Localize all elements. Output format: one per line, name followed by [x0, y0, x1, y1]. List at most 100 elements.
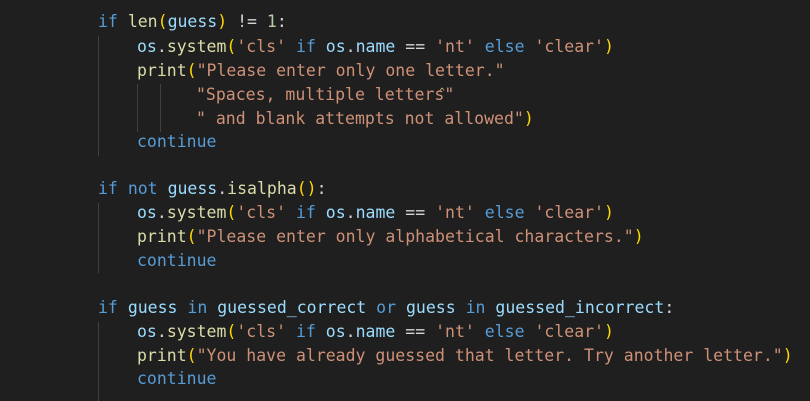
indent-guide [160, 84, 161, 132]
code-token: os [325, 203, 346, 222]
code-line[interactable]: print("You have already guessed that let… [137, 344, 793, 368]
code-token: : [664, 298, 675, 317]
code-token: 'clear' [534, 37, 604, 56]
code-token: ( [186, 61, 197, 80]
code-token: == [395, 203, 436, 222]
code-token: 'clear' [534, 322, 604, 341]
code-token: system [166, 37, 227, 56]
code-line[interactable]: continue [137, 367, 216, 391]
code-token: . [156, 37, 167, 56]
code-token: ) [306, 179, 317, 198]
code-token: guessed_correct [217, 298, 367, 317]
code-token: os [325, 322, 346, 341]
code-token: os [137, 322, 157, 341]
code-token: continue [137, 369, 217, 388]
code-token: name [355, 203, 396, 222]
code-token: ) [604, 322, 614, 341]
code-token: if [286, 322, 326, 341]
code-token: in [177, 298, 218, 317]
code-line[interactable]: if guess in guessed_correct or guess in … [98, 296, 674, 320]
code-editor[interactable]: ^ if len(guess) != 1: os.system('cls' if … [0, 0, 810, 401]
code-token: 'nt' [435, 37, 475, 56]
code-token: . [156, 203, 167, 222]
code-token: guessed_incorrect [495, 298, 665, 317]
code-token: . [345, 37, 356, 56]
code-line[interactable]: if not guess.isalpha(): [98, 177, 327, 201]
code-token: ) [604, 203, 614, 222]
code-token: . [345, 322, 356, 341]
code-token: : [276, 12, 287, 31]
code-token: "Spaces, multiple letters" [196, 85, 455, 104]
indent-guide [98, 203, 99, 273]
code-line[interactable]: "Spaces, multiple letters" [196, 83, 454, 107]
code-token: else [474, 322, 535, 341]
code-token: ( [186, 346, 197, 365]
code-token: os [325, 37, 346, 56]
code-token: 'cls' [236, 203, 287, 222]
code-token: 'nt' [435, 322, 475, 341]
code-token: ) [604, 37, 614, 56]
indent-guide [137, 84, 138, 132]
code-token: 'cls' [236, 322, 287, 341]
code-token: ( [186, 227, 197, 246]
code-token: print [137, 61, 187, 80]
code-line[interactable]: if len(guess) != 1: [98, 10, 287, 34]
code-token: "You have already guessed that letter. T… [196, 346, 783, 365]
code-line[interactable]: continue [137, 249, 216, 273]
code-token: continue [137, 251, 217, 270]
code-token: os [137, 203, 157, 222]
code-token: if [98, 298, 128, 317]
code-token: name [355, 322, 396, 341]
code-token: ( [226, 322, 237, 341]
code-token: name [355, 37, 396, 56]
code-token: : [316, 179, 327, 198]
code-line[interactable]: print("Please enter only alphabetical ch… [137, 225, 644, 249]
code-token: in [455, 298, 496, 317]
code-line[interactable]: os.system('cls' if os.name == 'nt' else … [137, 320, 614, 344]
code-token: continue [137, 132, 217, 151]
code-token: ) [523, 109, 534, 128]
code-token: . [217, 179, 228, 198]
code-token: else [474, 37, 535, 56]
code-token: ( [226, 37, 237, 56]
code-line[interactable]: os.system('cls' if os.name == 'nt' else … [137, 35, 614, 59]
code-token: " and blank attempts not allowed" [196, 109, 524, 128]
code-line[interactable]: print("Please enter only one letter." [137, 59, 505, 83]
code-token: if [98, 179, 128, 198]
code-token: . [345, 203, 356, 222]
code-token: "Please enter only one letter." [196, 61, 505, 80]
indent-guide [98, 322, 99, 401]
code-token: 'nt' [435, 203, 475, 222]
code-token: 1 [266, 12, 277, 31]
code-token: not [127, 179, 168, 198]
code-token: 'cls' [236, 37, 287, 56]
code-token: == [395, 37, 436, 56]
code-token: . [156, 322, 167, 341]
code-token: 'clear' [534, 203, 604, 222]
code-token: guess [167, 179, 218, 198]
code-token: "Please enter only alphabetical characte… [196, 227, 634, 246]
code-token: else [474, 203, 535, 222]
code-token: isalpha [227, 179, 297, 198]
code-token: ) [633, 227, 644, 246]
code-token: guess [406, 298, 456, 317]
code-token: guess [167, 12, 218, 31]
code-line[interactable]: " and blank attempts not allowed") [196, 107, 534, 131]
code-token: ( [296, 179, 307, 198]
code-token: system [166, 322, 227, 341]
code-token: == [395, 322, 436, 341]
code-line[interactable]: continue [137, 130, 216, 154]
code-token: if [98, 12, 128, 31]
code-line[interactable]: os.system('cls' if os.name == 'nt' else … [137, 201, 614, 225]
code-token: os [137, 37, 157, 56]
code-token: system [166, 203, 227, 222]
code-token: ) [217, 12, 228, 31]
code-token: != [227, 12, 267, 31]
code-token: if [286, 37, 326, 56]
indent-guide [98, 36, 99, 156]
code-token: ( [226, 203, 237, 222]
code-token: guess [127, 298, 178, 317]
code-token: len [127, 12, 158, 31]
code-token: if [286, 203, 326, 222]
code-token: print [137, 227, 187, 246]
